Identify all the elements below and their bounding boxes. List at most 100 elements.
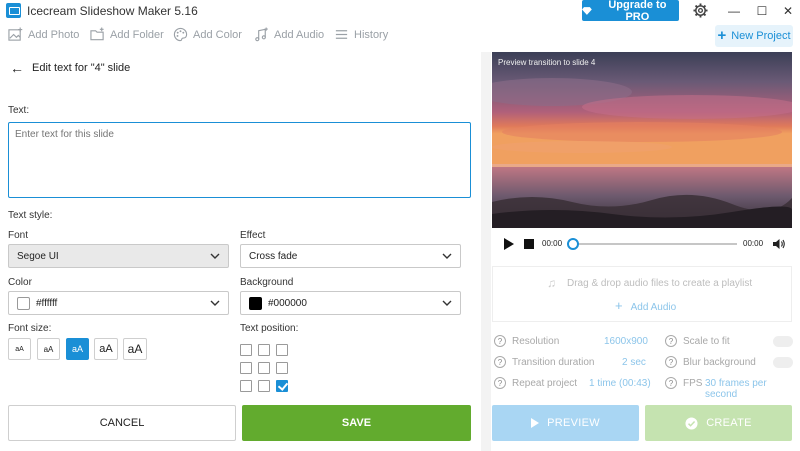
position-top-right-checkbox[interactable] [276,344,288,356]
chevron-down-icon [442,253,452,259]
chevron-down-icon [210,300,220,306]
help-icon[interactable]: ? [494,335,506,347]
add-audio-link[interactable]: + Add Audio [615,298,676,313]
preview-button[interactable]: PREVIEW [492,405,639,441]
play-icon[interactable] [504,238,514,250]
font-label: Font [8,230,29,241]
add-audio-icon [255,27,268,42]
palette-icon [173,27,188,42]
help-icon[interactable]: ? [494,356,506,368]
position-middle-left-checkbox[interactable] [240,362,252,374]
font-size-xs-button[interactable]: aA [8,338,31,360]
add-color-label: Add Color [193,28,242,41]
current-time: 00:00 [542,239,563,248]
dropzone-text: Drag & drop audio files to create a play… [567,278,753,289]
progress-track[interactable] [572,243,737,245]
position-bottom-left-checkbox[interactable] [240,380,252,392]
position-bottom-center-checkbox[interactable] [258,380,270,392]
color-swatch [17,296,30,310]
progress-knob[interactable] [567,238,579,250]
color-value: #ffffff [36,297,58,309]
chevron-down-icon [442,300,452,306]
add-audio-link-label: Add Audio [630,302,677,313]
help-icon[interactable]: ? [665,356,677,368]
add-folder-button[interactable]: Add Folder [90,27,164,42]
font-size-m-button[interactable]: aA [66,338,89,360]
back-button[interactable]: ← Edit text for "4" slide [10,60,130,76]
scale-toggle[interactable] [773,336,793,347]
resolution-label: Resolution [512,336,560,347]
diamond-icon [582,6,592,15]
resolution-value[interactable]: 1600x900 [604,336,648,347]
font-size-label: Font size: [8,323,52,334]
music-note-icon: ♫ [547,276,556,290]
panel-divider [481,52,491,451]
transition-label: Transition duration [512,357,595,368]
blur-toggle[interactable] [773,357,793,368]
repeat-value[interactable]: 1 time (00:43) [589,378,651,389]
app-logo-icon [6,3,21,18]
slide-preview: Preview transition to slide 4 [492,52,792,228]
preview-caption: Preview transition to slide 4 [498,58,596,67]
transition-value[interactable]: 2 sec [622,357,646,368]
sunset-preview-image [492,52,792,228]
stop-icon[interactable] [524,239,534,249]
minimize-button[interactable]: — [722,0,746,21]
scale-label: Scale to fit [683,336,730,347]
new-project-label: New Project [731,30,791,42]
help-icon[interactable]: ? [665,335,677,347]
add-audio-button[interactable]: Add Audio [254,27,324,42]
position-middle-right-checkbox[interactable] [276,362,288,374]
upgrade-button[interactable]: Upgrade to PRO [582,0,679,23]
background-value: #000000 [268,297,307,309]
create-button[interactable]: CREATE [645,405,792,441]
add-photo-button[interactable]: Add Photo [8,27,79,42]
audio-dropzone[interactable]: ♫ Drag & drop audio files to create a pl… [492,266,792,322]
position-middle-center-checkbox[interactable] [258,362,270,374]
slide-text-input[interactable] [8,122,471,198]
total-time: 00:00 [743,239,764,248]
background-select[interactable]: #000000 [240,291,461,315]
save-button[interactable]: SAVE [242,405,471,441]
history-button[interactable]: History [334,27,388,42]
repeat-label: Repeat project [512,378,578,389]
effect-select[interactable]: Cross fade [240,244,461,268]
font-size-l-button[interactable]: aA [94,338,118,360]
gear-icon[interactable] [693,3,708,18]
arrow-left-icon: ← [10,60,24,76]
font-value: Segoe UI [17,250,59,262]
position-top-center-checkbox[interactable] [258,344,270,356]
history-label: History [354,28,389,41]
app-title: Icecream Slideshow Maker 5.16 [27,4,198,18]
create-label: CREATE [706,417,752,429]
add-audio-label: Add Audio [274,28,325,41]
close-button[interactable]: ✕ [776,0,800,21]
help-icon[interactable]: ? [665,377,677,389]
new-project-button[interactable]: + New Project [715,25,793,47]
text-style-label: Text style: [8,210,53,221]
upgrade-label: Upgrade to PRO [608,0,667,23]
add-color-button[interactable]: Add Color [173,27,242,42]
position-top-left-checkbox[interactable] [240,344,252,356]
position-bottom-right-checkbox[interactable] [276,380,288,392]
font-size-xl-button[interactable]: aA [123,338,147,360]
background-label: Background [240,277,294,288]
font-select[interactable]: Segoe UI [8,244,229,268]
font-size-s-button[interactable]: aA [37,338,60,360]
volume-icon[interactable] [772,237,786,251]
fps-value[interactable]: 30 frames per second [705,378,800,400]
color-select[interactable]: #ffffff [8,291,229,315]
toolbar: Add Photo Add Folder Add Color Add Audio… [0,25,800,49]
maximize-button[interactable]: ☐ [750,0,774,21]
history-icon [335,30,348,39]
plus-icon: + [615,298,623,313]
media-player: 00:00 00:00 [492,228,792,258]
chevron-down-icon [210,253,220,259]
add-folder-label: Add Folder [110,28,164,41]
background-swatch [249,296,262,310]
help-icon[interactable]: ? [494,377,506,389]
add-photo-label: Add Photo [28,28,80,41]
cancel-button[interactable]: CANCEL [8,405,236,441]
text-position-label: Text position: [240,323,299,334]
text-label: Text: [8,105,30,116]
